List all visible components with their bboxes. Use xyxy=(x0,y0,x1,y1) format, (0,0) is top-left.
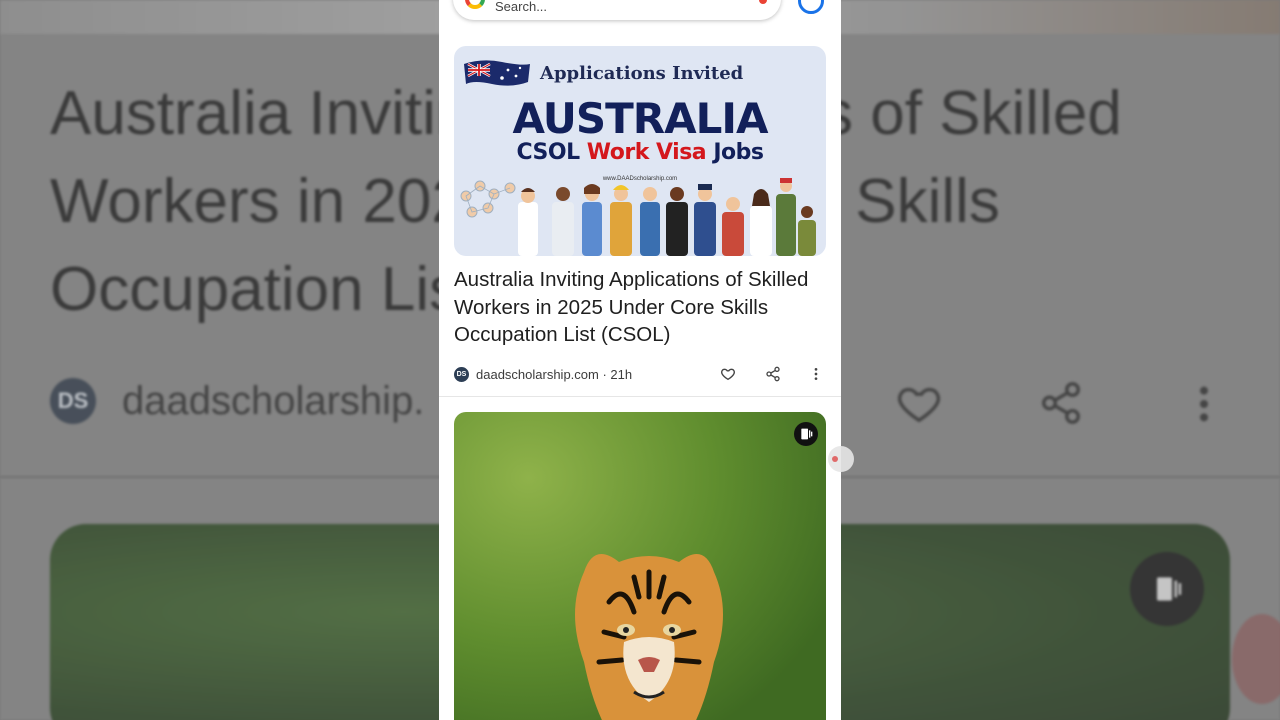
australia-flag-icon xyxy=(464,60,530,86)
account-icon[interactable] xyxy=(798,0,824,14)
screen: Australia Inviting Applications of Skill… xyxy=(0,0,1280,720)
image-jobs-text: Jobs xyxy=(713,140,764,165)
google-g-icon xyxy=(465,0,485,9)
search-input[interactable]: Search... xyxy=(495,0,547,14)
feed-divider xyxy=(439,396,841,397)
search-bar[interactable]: Search... xyxy=(453,0,781,20)
article-headline[interactable]: Australia Inviting Applications of Skill… xyxy=(454,266,826,349)
image-work-visa-text: Work Visa xyxy=(586,140,707,165)
heart-icon[interactable] xyxy=(720,366,736,382)
floating-bubble[interactable] xyxy=(828,446,854,472)
article-meta-row: DS daadscholarship.com · 21h xyxy=(454,364,826,384)
workers-illustration xyxy=(460,178,816,256)
image-country-text: AUSTRALIA xyxy=(512,94,769,143)
source-meta[interactable]: daadscholarship.com · 21h xyxy=(476,367,632,382)
short-video-icon xyxy=(794,422,818,446)
share-icon[interactable] xyxy=(765,366,781,382)
image-subtitle: CSOL Work Visa Jobs xyxy=(454,140,826,165)
tiger-image xyxy=(575,554,723,720)
phone-screen: Search... Applications Invited AUSTRALIA… xyxy=(439,0,841,720)
mic-icon[interactable] xyxy=(759,0,767,4)
article-image[interactable]: Applications Invited AUSTRALIA CSOL Work… xyxy=(454,46,826,256)
image-csol-text: CSOL xyxy=(516,140,581,165)
more-vert-icon[interactable] xyxy=(813,366,819,382)
source-logo: DS xyxy=(454,366,469,382)
video-thumbnail[interactable] xyxy=(454,412,826,720)
image-badge-text: Applications Invited xyxy=(540,63,744,84)
